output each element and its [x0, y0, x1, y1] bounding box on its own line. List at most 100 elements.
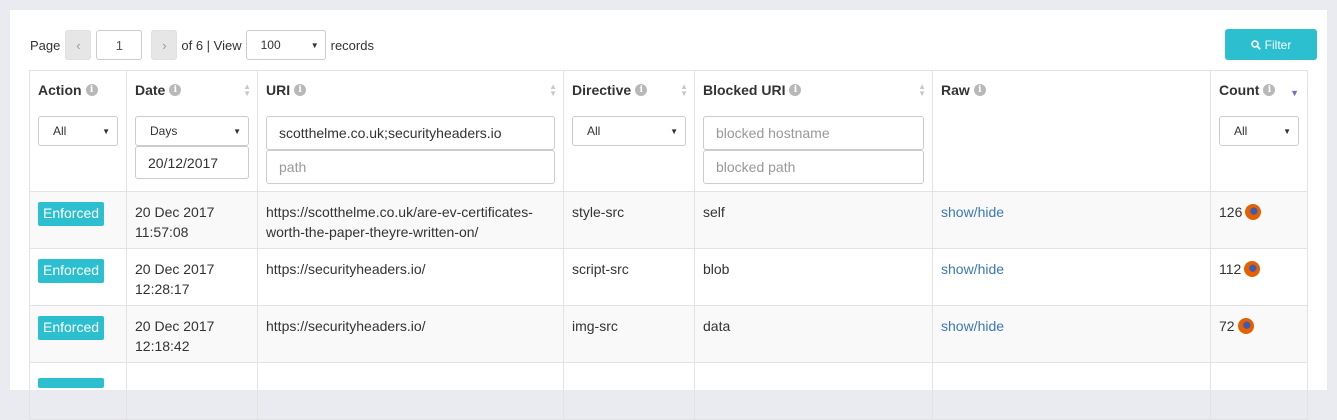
sort-icon[interactable]: ▲ ▼	[918, 83, 926, 98]
directive-filter-select[interactable]: All ▼	[572, 116, 686, 146]
cell-uri: https://securityheaders.io/	[257, 305, 564, 363]
info-icon[interactable]: i	[973, 84, 986, 96]
uri-text: https://securityheaders.io/	[266, 261, 426, 277]
select-value: Days	[150, 124, 178, 138]
input-value: scotthelme.co.uk;securityheaders.io	[279, 125, 502, 141]
prev-page-button[interactable]: ‹	[65, 30, 92, 60]
column-raw: Raw i	[932, 70, 1211, 192]
table-row: Enforced 20 Dec 2017 12:18:42 https://sec…	[29, 305, 1308, 363]
blocked-path-input[interactable]: blocked path	[703, 150, 924, 184]
records-per-page-value: 100	[260, 38, 281, 52]
status-badge: Enforced	[38, 202, 105, 226]
time-text: 11:57:08	[135, 224, 189, 240]
search-icon	[1250, 39, 1261, 50]
filter-button[interactable]: Filter	[1225, 29, 1317, 60]
directive-text: script-src	[572, 261, 629, 277]
show-hide-link[interactable]: show/hide	[941, 318, 1004, 334]
cell-directive: script-src	[563, 248, 695, 306]
info-icon[interactable]: i	[85, 84, 98, 96]
uri-text: https://scotthelme.co.uk/are-ev-certific…	[266, 204, 533, 240]
blocked-uri-text: self	[703, 204, 725, 220]
info-icon[interactable]: i	[169, 84, 182, 96]
column-label: Action	[38, 82, 82, 98]
column-directive[interactable]: Directive i ▲ ▼ All ▼	[563, 70, 695, 192]
column-date[interactable]: Date i ▲ ▼ Days ▼ 20/12/2017	[126, 70, 258, 192]
count-text: 112	[1219, 261, 1242, 277]
firefox-icon	[1245, 204, 1262, 220]
column-blocked-uri[interactable]: Blocked URI i ▲ ▼ blocked hostname blocked…	[694, 70, 933, 192]
page-count-label: of 6 | View	[181, 37, 242, 53]
cell-uri	[257, 362, 564, 420]
directive-text: img-src	[572, 318, 618, 334]
count-text: 72	[1219, 318, 1235, 334]
info-icon[interactable]: i	[635, 84, 648, 96]
records-label: records	[330, 37, 374, 53]
cell-count: 112	[1210, 248, 1308, 306]
cell-date	[126, 362, 258, 420]
count-text: 126	[1219, 204, 1243, 220]
cell-action: Enforced	[29, 191, 127, 249]
column-label: URI	[266, 82, 291, 98]
page-number-input[interactable]	[96, 30, 143, 60]
chevron-right-icon: ›	[162, 37, 167, 53]
blocked-uri-text: blob	[703, 261, 730, 277]
caret-down-icon: ▼	[102, 126, 110, 136]
sort-descending-icon[interactable]: ▼	[1290, 88, 1299, 98]
sort-icon[interactable]: ▲ ▼	[243, 83, 251, 98]
show-hide-link[interactable]: show/hide	[941, 261, 1004, 277]
date-range-select[interactable]: Days ▼	[135, 116, 249, 146]
cell-date: 20 Dec 2017 11:57:08	[126, 191, 258, 249]
input-placeholder: blocked path	[716, 159, 796, 175]
cell-action: Enforced	[29, 248, 127, 306]
cell-directive: img-src	[563, 305, 695, 363]
status-badge: Enforced	[38, 316, 105, 340]
status-badge: Enforced	[38, 259, 105, 283]
blocked-hostname-input[interactable]: blocked hostname	[703, 116, 924, 150]
date-text: 20 Dec 2017	[135, 261, 215, 277]
cell-directive	[563, 362, 695, 420]
date-text: 20 Dec 2017	[135, 204, 215, 220]
cell-uri: https://scotthelme.co.uk/are-ev-certific…	[257, 191, 564, 249]
cell-raw	[932, 362, 1211, 420]
action-filter-select[interactable]: All ▼	[38, 116, 118, 146]
cell-blocked-uri: self	[694, 191, 933, 249]
date-input[interactable]: 20/12/2017	[135, 146, 249, 179]
column-uri[interactable]: URI i ▲ ▼ scotthelme.co.uk;securityheaders…	[257, 70, 564, 192]
column-label: Count	[1219, 82, 1260, 98]
info-icon[interactable]: i	[294, 84, 307, 96]
reports-panel: Page ‹ › of 6 | View 100 ▼ records Filte…	[10, 10, 1327, 420]
column-label: Directive	[572, 82, 632, 98]
table-header-row: Action i All ▼ Date i ▲ ▼ Days ▼ 20/12/2017 U…	[29, 70, 1308, 192]
cell-blocked-uri	[694, 362, 933, 420]
select-value: All	[587, 124, 601, 138]
select-value: All	[53, 124, 67, 138]
column-label: Blocked URI	[703, 82, 786, 98]
cell-date: 20 Dec 2017 12:18:42	[126, 305, 258, 363]
firefox-icon	[1237, 318, 1254, 334]
next-page-button[interactable]: ›	[151, 30, 178, 60]
time-text: 12:18:42	[135, 338, 190, 354]
records-per-page-select[interactable]: 100 ▼	[245, 30, 326, 60]
column-count[interactable]: Count i ▼ All ▼	[1210, 70, 1308, 192]
uri-host-input[interactable]: scotthelme.co.uk;securityheaders.io	[266, 116, 555, 150]
count-filter-select[interactable]: All ▼	[1219, 116, 1299, 146]
caret-down-icon: ▼	[670, 126, 678, 136]
uri-path-input[interactable]: path	[266, 150, 555, 184]
show-hide-link[interactable]: show/hide	[941, 204, 1004, 220]
cell-count: 72	[1210, 305, 1308, 363]
info-icon[interactable]: i	[1263, 84, 1276, 96]
sort-icon[interactable]: ▲ ▼	[549, 83, 557, 98]
info-icon[interactable]: i	[789, 84, 802, 96]
cell-directive: style-src	[563, 191, 695, 249]
blocked-uri-text: data	[703, 318, 731, 334]
cell-raw: show/hide	[932, 305, 1211, 363]
select-value: All	[1234, 124, 1248, 138]
uri-text: https://securityheaders.io/	[266, 318, 426, 334]
column-label: Date	[135, 82, 166, 98]
column-label: Raw	[941, 82, 970, 98]
sort-icon[interactable]: ▲ ▼	[680, 83, 688, 98]
caret-down-icon: ▼	[233, 126, 241, 136]
cell-raw: show/hide	[932, 191, 1211, 249]
cell-count: 126	[1210, 191, 1308, 249]
directive-text: style-src	[572, 204, 625, 220]
